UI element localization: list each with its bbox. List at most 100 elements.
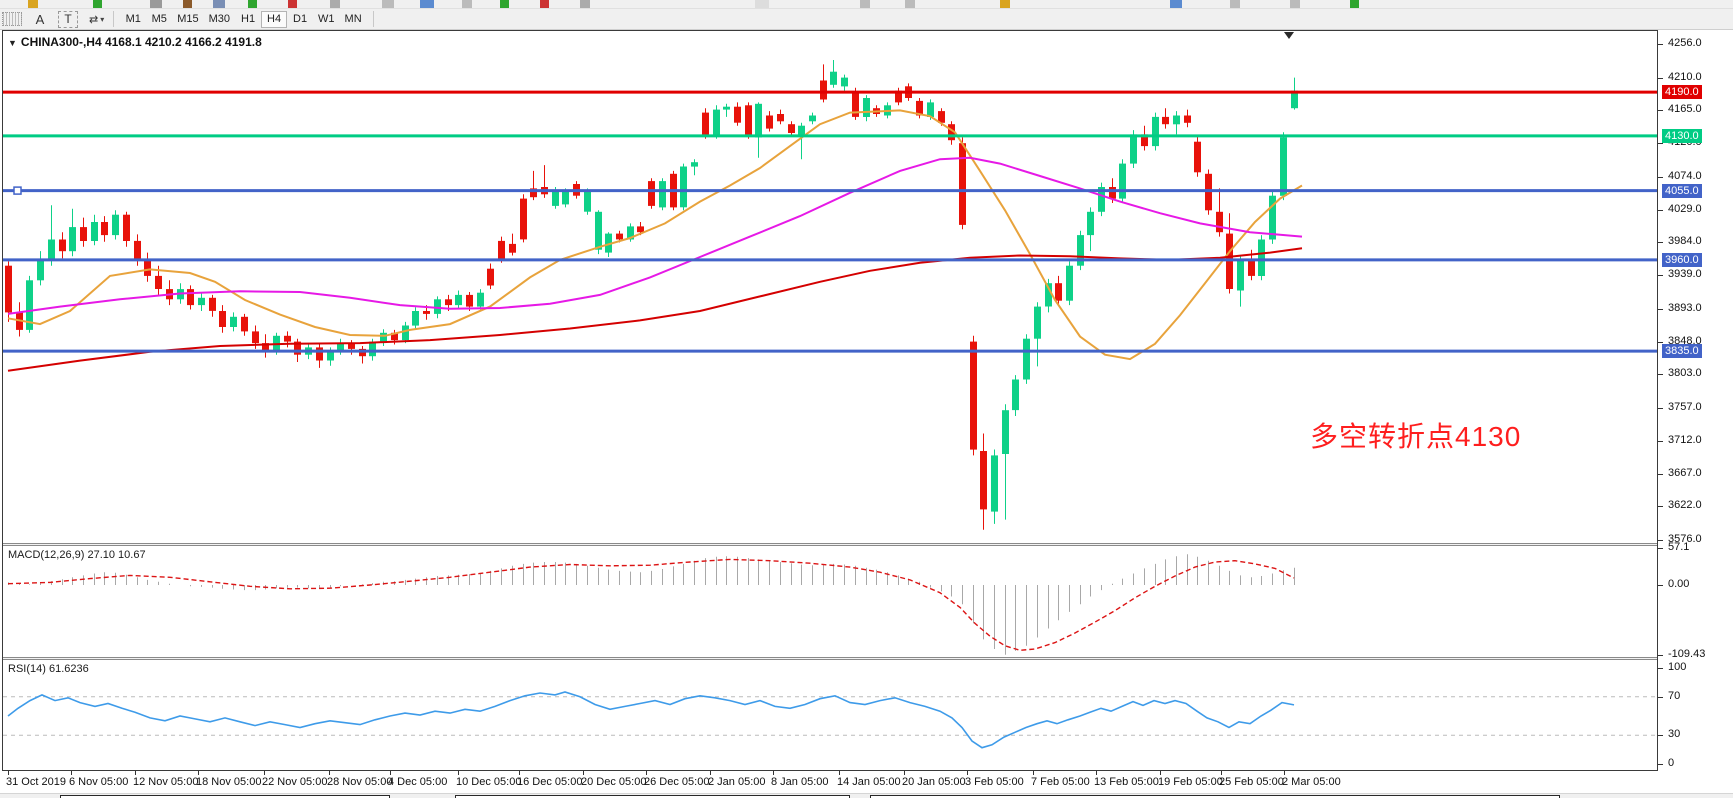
candle-up: [562, 191, 569, 204]
axis-tick: [1658, 143, 1663, 144]
date-tick: [646, 771, 647, 775]
candle-up: [691, 162, 698, 166]
axis-tick: [1658, 585, 1663, 586]
date-tick: [329, 771, 330, 775]
candle-down: [144, 260, 151, 276]
date-tick: [198, 771, 199, 775]
candle-down: [959, 143, 966, 225]
candle-up: [1066, 266, 1073, 301]
candle-up: [1280, 137, 1287, 195]
pane-separator-macd[interactable]: [3, 543, 1657, 546]
candle-up: [1119, 164, 1126, 199]
candle-down: [187, 289, 194, 305]
candle-up: [455, 295, 462, 305]
candle-down: [1162, 117, 1169, 124]
candle-up: [112, 215, 119, 235]
level-price-label: 3835.0: [1662, 344, 1702, 358]
axis-tick: [1658, 668, 1663, 669]
candle-up: [1023, 339, 1030, 380]
date-label: 7 Feb 05:00: [1031, 776, 1090, 788]
candle-up: [1237, 260, 1244, 291]
axis-tick: [1658, 735, 1663, 736]
chart-canvas[interactable]: [0, 0, 1658, 771]
candle-down: [134, 241, 141, 260]
axis-tick: [1658, 655, 1663, 656]
bottom-panel-cutoff: [0, 793, 1733, 798]
candle-up: [584, 191, 591, 211]
date-tick: [710, 771, 711, 775]
level-price-label: 4055.0: [1662, 184, 1702, 198]
collapse-arrow-icon[interactable]: ▼: [8, 38, 17, 48]
candle-down: [520, 199, 527, 240]
candle-up: [1173, 116, 1180, 125]
candle-up: [1152, 117, 1159, 146]
candle-up: [755, 104, 762, 138]
candle-up: [991, 455, 998, 511]
date-tick: [839, 771, 840, 775]
price-tick-label: 4210.0: [1668, 71, 1702, 83]
date-tick: [264, 771, 265, 775]
candle-up: [37, 260, 44, 280]
axis-tick: [1658, 408, 1663, 409]
candle-up: [659, 181, 666, 207]
date-label: 18 Nov 05:00: [196, 776, 261, 788]
candle-up: [412, 311, 419, 326]
level-price-label: 3960.0: [1662, 253, 1702, 267]
price-tick-label: 3803.0: [1668, 367, 1702, 379]
date-tick: [1284, 771, 1285, 775]
price-tick-label: 3893.0: [1668, 302, 1702, 314]
price-tick-label: 4165.0: [1668, 103, 1702, 115]
price-tick-label: 3712.0: [1668, 434, 1702, 446]
candle-up: [48, 240, 55, 260]
axis-tick: [1658, 78, 1663, 79]
candle-up: [713, 110, 720, 136]
candle-up: [798, 126, 805, 136]
date-label: 13 Feb 05:00: [1094, 776, 1159, 788]
candle-down: [970, 342, 977, 450]
macd-axis-label: 0.00: [1668, 578, 1689, 590]
candle-down: [745, 105, 752, 136]
date-label: 6 Nov 05:00: [69, 776, 128, 788]
candle-down: [616, 234, 623, 240]
chinese-annotation-text[interactable]: 多空转折点4130: [1310, 415, 1521, 455]
candle-down: [637, 226, 644, 232]
date-tick: [904, 771, 905, 775]
date-tick: [967, 771, 968, 775]
chart-shift-marker-icon[interactable]: [1284, 32, 1294, 39]
candle-up: [369, 342, 376, 357]
candle-down: [241, 317, 248, 332]
date-tick: [71, 771, 72, 775]
date-label: 2 Mar 05:00: [1282, 776, 1341, 788]
date-axis[interactable]: 31 Oct 20196 Nov 05:0012 Nov 05:0018 Nov…: [0, 771, 1733, 793]
candle-down: [734, 107, 741, 123]
axis-tick: [1658, 474, 1663, 475]
axis-tick: [1658, 275, 1663, 276]
candle-down: [101, 222, 108, 235]
date-tick: [1221, 771, 1222, 775]
macd-axis-label: -109.43: [1668, 648, 1705, 660]
mt4-chart-window: A T ⇄ ▾ M1M5M15M30H1H4D1W1MN ▼CHINA300-,…: [0, 0, 1733, 798]
date-label: 25 Feb 05:00: [1219, 776, 1284, 788]
date-tick: [390, 771, 391, 775]
line-select-handle[interactable]: [14, 187, 21, 194]
macd-axis-label: 57.1: [1668, 541, 1689, 553]
rsi-line: [8, 692, 1294, 748]
price-tick-label: 3757.0: [1668, 401, 1702, 413]
axis-tick: [1658, 342, 1663, 343]
date-tick: [773, 771, 774, 775]
candle-up: [841, 78, 848, 87]
candle-down: [209, 298, 216, 311]
candle-up: [402, 326, 409, 341]
candle-down: [1248, 260, 1255, 276]
level-price-label: 4130.0: [1662, 129, 1702, 143]
candle-down: [466, 295, 473, 307]
candle-up: [230, 317, 237, 327]
candle-down: [123, 215, 130, 241]
axis-tick: [1658, 764, 1663, 765]
axis-tick: [1658, 374, 1663, 375]
candle-up: [863, 98, 870, 117]
rsi-axis-label: 100: [1668, 661, 1686, 673]
pane-separator-rsi[interactable]: [3, 657, 1657, 660]
candle-down: [155, 276, 162, 289]
candle-up: [477, 293, 484, 307]
